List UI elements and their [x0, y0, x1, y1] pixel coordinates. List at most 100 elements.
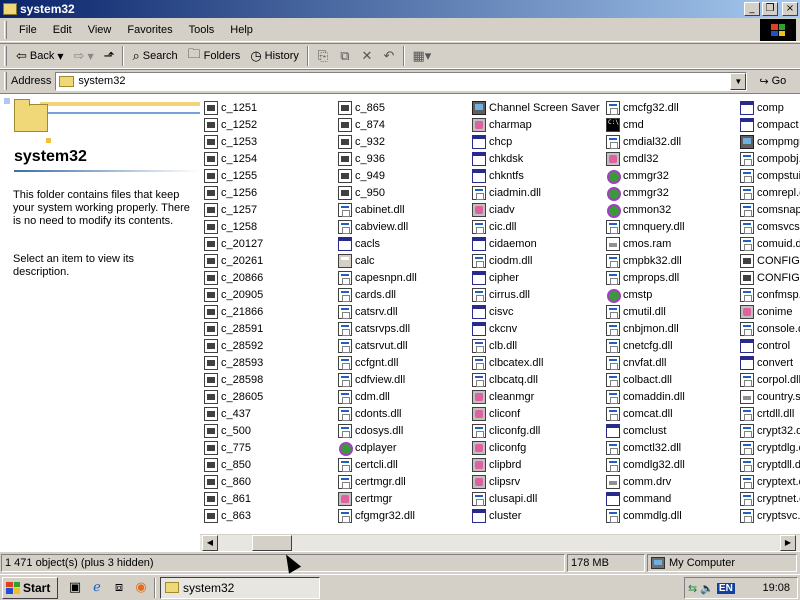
file-item[interactable]: charmap	[468, 116, 600, 133]
toolbar-grip[interactable]	[4, 46, 7, 66]
file-item[interactable]: comclust	[602, 422, 685, 439]
file-item[interactable]: c_437	[200, 405, 263, 422]
file-item[interactable]: cmdl32	[602, 150, 685, 167]
file-item[interactable]: comdlg32.dll	[602, 456, 685, 473]
file-item[interactable]: comcat.dll	[602, 405, 685, 422]
file-item[interactable]: cluster	[468, 507, 600, 524]
file-item[interactable]: certmgr	[334, 490, 417, 507]
file-item[interactable]: cmstp	[602, 286, 685, 303]
file-item[interactable]: c_1253	[200, 133, 263, 150]
file-item[interactable]: convert	[736, 354, 800, 371]
close-button[interactable]: ×	[782, 2, 798, 16]
file-item[interactable]: c_1258	[200, 218, 263, 235]
file-item[interactable]: c_28592	[200, 337, 263, 354]
menu-edit[interactable]: Edit	[45, 24, 80, 36]
file-item[interactable]: cmmgr32	[602, 167, 685, 184]
file-item[interactable]: cdonts.dll	[334, 405, 417, 422]
file-item[interactable]: compact	[736, 116, 800, 133]
firefox-icon[interactable]: ◉	[132, 579, 150, 597]
file-item[interactable]: c_1254	[200, 150, 263, 167]
file-item[interactable]: CONFIG.NT	[736, 252, 800, 269]
address-value[interactable]: system32	[78, 75, 125, 87]
file-item[interactable]: cipher	[468, 269, 600, 286]
file-item[interactable]: chkdsk	[468, 150, 600, 167]
scroll-thumb[interactable]	[252, 535, 292, 551]
file-item[interactable]: comrepl.dll	[736, 184, 800, 201]
chevron-down-icon[interactable]: ▼	[57, 52, 63, 61]
file-item[interactable]: comsvcs.dll	[736, 218, 800, 235]
clock[interactable]: 19:08	[762, 582, 794, 594]
file-item[interactable]: cdplayer	[334, 439, 417, 456]
file-item[interactable]: cidaemon	[468, 235, 600, 252]
delete-icon[interactable]: ✕	[356, 46, 378, 66]
file-item[interactable]: c_1256	[200, 184, 263, 201]
volume-icon[interactable]: 🔈	[700, 582, 714, 595]
folders-button[interactable]: 🗀 Folders	[183, 45, 246, 67]
file-item[interactable]: crtdll.dll	[736, 405, 800, 422]
tray-network-icon[interactable]: ⇆	[688, 582, 697, 595]
file-item[interactable]: c_20866	[200, 269, 263, 286]
file-item[interactable]: cmmon32	[602, 201, 685, 218]
file-item[interactable]: cryptdlg.dll	[736, 439, 800, 456]
file-item[interactable]: cleanmgr	[468, 388, 600, 405]
file-item[interactable]: cmprops.dll	[602, 269, 685, 286]
file-item[interactable]: cic.dll	[468, 218, 600, 235]
taskbar-window-button[interactable]: system32	[160, 576, 320, 599]
minimize-button[interactable]: _	[744, 2, 760, 16]
address-dropdown-button[interactable]: ▼	[730, 72, 747, 90]
file-item[interactable]: cisvc	[468, 303, 600, 320]
file-item[interactable]: cdm.dll	[334, 388, 417, 405]
file-item[interactable]: clbcatex.dll	[468, 354, 600, 371]
file-item[interactable]: c_20127	[200, 235, 263, 252]
copy-to-icon[interactable]: ⧉	[334, 46, 356, 66]
file-item[interactable]: c_861	[200, 490, 263, 507]
file-item[interactable]: cliconfg.dll	[468, 422, 600, 439]
menu-grip[interactable]	[4, 20, 7, 39]
file-item[interactable]: clusapi.dll	[468, 490, 600, 507]
file-item[interactable]: cmd	[602, 116, 685, 133]
file-item[interactable]: compstui.dll	[736, 167, 800, 184]
file-item[interactable]: c_1257	[200, 201, 263, 218]
up-folder-button[interactable]: ⬏	[99, 45, 120, 67]
file-item[interactable]: clipbrd	[468, 456, 600, 473]
file-item[interactable]: comctl32.dll	[602, 439, 685, 456]
file-item[interactable]: cdfview.dll	[334, 371, 417, 388]
maximize-button[interactable]: ❐	[762, 2, 778, 16]
file-item[interactable]: c_863	[200, 507, 263, 524]
language-indicator[interactable]: EN	[716, 582, 735, 594]
file-item[interactable]: ciadv	[468, 201, 600, 218]
file-item[interactable]: cmutil.dll	[602, 303, 685, 320]
file-item[interactable]: chkntfs	[468, 167, 600, 184]
file-item[interactable]: console.dll	[736, 320, 800, 337]
file-item[interactable]: c_1252	[200, 116, 263, 133]
file-item[interactable]: comp	[736, 99, 800, 116]
file-item[interactable]: catsrv.dll	[334, 303, 417, 320]
file-item[interactable]: c_950	[334, 184, 417, 201]
file-item[interactable]: catsrvut.dll	[334, 337, 417, 354]
menu-tools[interactable]: Tools	[181, 24, 223, 36]
show-desktop-icon[interactable]: ▣	[66, 579, 84, 597]
scroll-left-button[interactable]: ◀	[202, 535, 218, 551]
file-item[interactable]: cabinet.dll	[334, 201, 417, 218]
history-button[interactable]: ◷ History	[245, 45, 304, 67]
file-item[interactable]: catsrvps.dll	[334, 320, 417, 337]
file-item[interactable]: comuid.dll	[736, 235, 800, 252]
file-item[interactable]: cmmgr32	[602, 184, 685, 201]
file-item[interactable]: cliconfg	[468, 439, 600, 456]
file-item[interactable]: corpol.dll	[736, 371, 800, 388]
file-item[interactable]: capesnpn.dll	[334, 269, 417, 286]
file-item[interactable]: certcli.dll	[334, 456, 417, 473]
file-item[interactable]: control	[736, 337, 800, 354]
file-item[interactable]: c_28591	[200, 320, 263, 337]
file-item[interactable]: cryptext.dll	[736, 473, 800, 490]
file-item[interactable]: c_500	[200, 422, 263, 439]
file-item[interactable]: cfgmgr32.dll	[334, 507, 417, 524]
file-item[interactable]: comaddin.dll	[602, 388, 685, 405]
file-item[interactable]: c_28593	[200, 354, 263, 371]
file-item[interactable]: cmnquery.dll	[602, 218, 685, 235]
menu-help[interactable]: Help	[222, 24, 261, 36]
file-item[interactable]: c_860	[200, 473, 263, 490]
file-item[interactable]: ciodm.dll	[468, 252, 600, 269]
file-item[interactable]: c_1255	[200, 167, 263, 184]
file-item[interactable]: c_932	[334, 133, 417, 150]
